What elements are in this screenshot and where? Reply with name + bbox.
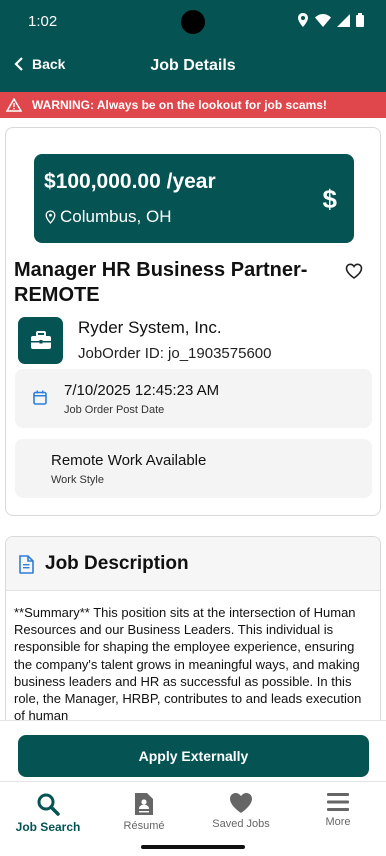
tab-more[interactable]: More [290, 782, 386, 838]
battery-icon [356, 13, 364, 27]
post-date-box: 7/10/2025 12:45:23 AM Job Order Post Dat… [15, 369, 372, 428]
status-bar: 1:02 [0, 0, 386, 44]
system-nav-bar [0, 837, 386, 856]
heart-outline-icon [345, 263, 363, 279]
job-description-header: Job Description [6, 537, 380, 591]
home-gesture-bar[interactable] [141, 845, 245, 849]
save-job-button[interactable] [345, 263, 363, 284]
job-summary-card: $100,000.00 /year Columbus, OH $ Manager… [5, 127, 381, 516]
job-description-text: **Summary** This position sits at the in… [14, 605, 362, 720]
camera-cutout [181, 10, 205, 34]
signal-icon [337, 13, 350, 27]
warning-banner: WARNING: Always be on the lookout for jo… [0, 92, 386, 118]
tab-saved-jobs[interactable]: Saved Jobs [193, 782, 289, 838]
location-status-icon [298, 13, 308, 27]
job-description-title: Job Description [45, 553, 189, 574]
document-icon [19, 555, 34, 574]
bottom-tab-bar: Job Search Résumé Saved Jobs More [0, 781, 386, 837]
company-name: Ryder System, Inc. [78, 318, 222, 337]
tab-label-more: More [325, 816, 351, 828]
job-title: Manager HR Business Partner-REMOTE [14, 259, 308, 306]
work-style-label: Work Style [51, 474, 104, 486]
location-pin-icon [45, 210, 56, 224]
company-logo [18, 317, 63, 364]
warning-icon [6, 98, 22, 112]
tab-label-saved-jobs: Saved Jobs [212, 818, 270, 830]
warning-text: WARNING: Always be on the lookout for jo… [32, 98, 327, 112]
search-icon [37, 793, 60, 816]
tab-label-job-search: Job Search [15, 820, 81, 834]
calendar-icon [33, 390, 47, 405]
menu-icon [327, 793, 349, 811]
work-style-box: Remote Work Available Work Style [15, 439, 372, 498]
apply-area: Apply Externally [0, 720, 386, 781]
dollar-icon: $ [322, 184, 337, 214]
tab-resume[interactable]: Résumé [96, 782, 192, 838]
page-title: Job Details [150, 57, 236, 74]
job-details-content[interactable]: $100,000.00 /year Columbus, OH $ Manager… [0, 118, 386, 720]
location-text: Columbus, OH [60, 207, 172, 226]
work-style-value: Remote Work Available [51, 452, 207, 469]
job-order-id: JobOrder ID: jo_1903575600 [78, 345, 272, 362]
post-date-value: 7/10/2025 12:45:23 AM [64, 382, 220, 399]
status-time: 1:02 [28, 13, 58, 30]
post-date-label: Job Order Post Date [64, 404, 165, 416]
salary-amount: $100,000.00 /year [44, 170, 216, 193]
status-icons [297, 13, 364, 27]
briefcase-icon [30, 331, 51, 349]
salary-banner: $100,000.00 /year Columbus, OH $ [34, 154, 354, 243]
tab-job-search[interactable]: Job Search [0, 782, 96, 838]
resume-icon [135, 793, 153, 815]
apply-externally-button[interactable]: Apply Externally [18, 735, 369, 777]
app-bar: Back Job Details [0, 44, 386, 92]
heart-icon [230, 793, 252, 813]
tab-label-resume: Résumé [123, 820, 165, 832]
wifi-icon [315, 13, 331, 27]
job-description-card: Job Description **Summary** This positio… [5, 536, 381, 720]
job-location: Columbus, OH [45, 207, 171, 227]
